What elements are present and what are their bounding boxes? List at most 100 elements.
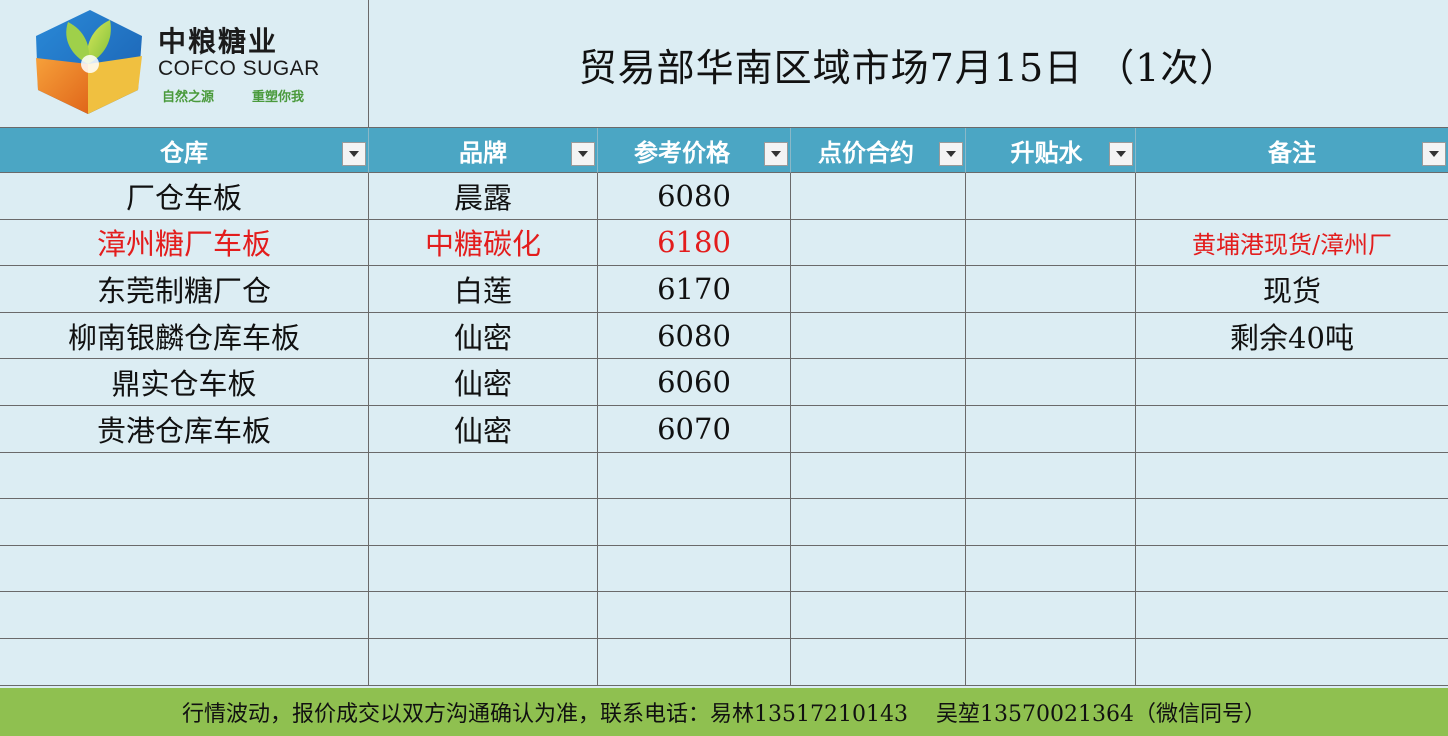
cell-premium[interactable] bbox=[966, 499, 1136, 546]
column-header-note[interactable]: 备注 bbox=[1136, 128, 1448, 173]
cell-premium[interactable] bbox=[966, 312, 1136, 360]
sheet-header: 中粮糖业 COFCO SUGAR 自然之源 重塑你我 贸易部华南区域市场7月15… bbox=[0, 0, 1448, 128]
cell-warehouse[interactable] bbox=[0, 545, 369, 593]
logo-chinese-name: 中粮糖业 bbox=[158, 25, 279, 58]
cell-brand[interactable]: 中糖碳化 bbox=[369, 219, 598, 267]
logo-cell: 中粮糖业 COFCO SUGAR 自然之源 重塑你我 bbox=[0, 0, 369, 128]
cell-brand[interactable] bbox=[369, 639, 598, 686]
page-title: 贸易部华南区域市场7月15日 （1次） bbox=[578, 45, 1239, 90]
cell-contract[interactable] bbox=[791, 359, 966, 406]
cell-price[interactable] bbox=[598, 639, 791, 686]
cell-contract[interactable] bbox=[791, 173, 966, 220]
filter-dropdown-icon[interactable] bbox=[571, 142, 595, 166]
cell-note[interactable]: 黄埔港现货/漳州厂 bbox=[1136, 220, 1448, 267]
table-row: 厂仓车板 晨露 6080 bbox=[0, 173, 1448, 220]
spreadsheet: 中粮糖业 COFCO SUGAR 自然之源 重塑你我 贸易部华南区域市场7月15… bbox=[0, 0, 1448, 736]
cell-brand[interactable] bbox=[369, 452, 598, 500]
cell-price[interactable] bbox=[598, 499, 791, 546]
cell-contract[interactable] bbox=[791, 499, 966, 546]
cell-price[interactable]: 6080 bbox=[598, 173, 791, 220]
cell-price[interactable] bbox=[598, 452, 791, 500]
column-header-price[interactable]: 参考价格 bbox=[598, 128, 791, 173]
cell-note[interactable] bbox=[1136, 639, 1448, 686]
table-row bbox=[0, 592, 1448, 639]
cell-brand[interactable] bbox=[369, 499, 598, 546]
filter-dropdown-icon[interactable] bbox=[1422, 142, 1446, 166]
cell-premium[interactable] bbox=[966, 545, 1136, 593]
cell-price[interactable]: 6060 bbox=[598, 359, 791, 406]
column-header-premium[interactable]: 升贴水 bbox=[966, 128, 1136, 173]
column-header-label: 仓库 bbox=[160, 137, 208, 167]
cell-warehouse[interactable] bbox=[0, 592, 369, 639]
cell-premium[interactable] bbox=[966, 592, 1136, 639]
column-header-label: 参考价格 bbox=[634, 137, 730, 167]
cell-contract[interactable] bbox=[791, 219, 966, 267]
filter-dropdown-icon[interactable] bbox=[764, 142, 788, 166]
cell-premium[interactable] bbox=[966, 266, 1136, 313]
cell-note[interactable] bbox=[1136, 546, 1448, 593]
cell-price[interactable]: 6170 bbox=[598, 266, 791, 313]
cell-warehouse[interactable]: 厂仓车板 bbox=[0, 173, 369, 220]
cell-note[interactable] bbox=[1136, 173, 1448, 220]
filter-dropdown-icon[interactable] bbox=[939, 142, 963, 166]
filter-dropdown-icon[interactable] bbox=[342, 142, 366, 166]
logo-slogan-left: 自然之源 bbox=[162, 90, 215, 105]
cell-contract[interactable] bbox=[791, 406, 966, 453]
cell-price[interactable]: 6180 bbox=[598, 219, 791, 267]
cell-price[interactable]: 6080 bbox=[598, 312, 791, 360]
cell-premium[interactable] bbox=[966, 359, 1136, 406]
cell-note[interactable]: 剩余40吨 bbox=[1136, 313, 1448, 360]
cell-contract[interactable] bbox=[791, 266, 966, 313]
cell-premium[interactable] bbox=[966, 219, 1136, 267]
column-header-contract[interactable]: 点价合约 bbox=[791, 128, 966, 173]
title-cell[interactable]: 贸易部华南区域市场7月15日 （1次） bbox=[369, 0, 1448, 128]
cell-brand[interactable]: 仙密 bbox=[369, 312, 598, 360]
footer-notice: 行情波动，报价成交以双方沟通确认为准，联系电话：易林13517210143 吴堃… bbox=[0, 688, 1448, 736]
cell-contract[interactable] bbox=[791, 639, 966, 686]
cell-warehouse[interactable]: 贵港仓库车板 bbox=[0, 406, 369, 453]
column-header-brand[interactable]: 品牌 bbox=[369, 128, 598, 173]
cell-premium[interactable] bbox=[966, 452, 1136, 500]
filter-dropdown-icon[interactable] bbox=[1109, 142, 1133, 166]
cell-brand[interactable]: 晨露 bbox=[369, 173, 598, 220]
column-header-label: 备注 bbox=[1268, 137, 1316, 167]
cell-contract[interactable] bbox=[791, 452, 966, 500]
cell-note[interactable] bbox=[1136, 499, 1448, 546]
cell-note[interactable] bbox=[1136, 453, 1448, 500]
cell-note[interactable] bbox=[1136, 592, 1448, 639]
cell-warehouse[interactable] bbox=[0, 639, 369, 686]
table-header-row: 仓库 品牌 参考价格 点价合约 升贴水 备注 bbox=[0, 128, 1448, 173]
cell-brand[interactable]: 仙密 bbox=[369, 359, 598, 406]
column-header-label: 点价合约 bbox=[818, 137, 914, 167]
cell-price[interactable]: 6070 bbox=[598, 406, 791, 453]
table-row bbox=[0, 452, 1448, 500]
cell-warehouse[interactable] bbox=[0, 452, 369, 500]
table-row bbox=[0, 499, 1448, 546]
cell-contract[interactable] bbox=[791, 592, 966, 639]
cell-warehouse[interactable]: 柳南银麟仓库车板 bbox=[0, 312, 369, 360]
cell-warehouse[interactable]: 鼎实仓车板 bbox=[0, 359, 369, 406]
cell-contract[interactable] bbox=[791, 545, 966, 593]
table-row bbox=[0, 545, 1448, 593]
cell-premium[interactable] bbox=[966, 173, 1136, 220]
cofco-logo-icon bbox=[36, 10, 142, 114]
cell-note[interactable] bbox=[1136, 359, 1448, 406]
column-header-warehouse[interactable]: 仓库 bbox=[0, 128, 369, 173]
cell-price[interactable] bbox=[598, 592, 791, 639]
cell-brand[interactable]: 仙密 bbox=[369, 406, 598, 453]
cell-note[interactable]: 现货 bbox=[1136, 266, 1448, 313]
cell-warehouse[interactable]: 漳州糖厂车板 bbox=[0, 219, 369, 267]
cell-brand[interactable] bbox=[369, 592, 598, 639]
cell-premium[interactable] bbox=[966, 406, 1136, 453]
cell-premium[interactable] bbox=[966, 639, 1136, 686]
logo-english-name: COFCO SUGAR bbox=[158, 57, 320, 80]
cell-brand[interactable] bbox=[369, 545, 598, 593]
cell-warehouse[interactable]: 东莞制糖厂仓 bbox=[0, 266, 369, 313]
table-row: 柳南银麟仓库车板 仙密 6080 剩余40吨 bbox=[0, 312, 1448, 360]
cell-contract[interactable] bbox=[791, 312, 966, 360]
cell-brand[interactable]: 白莲 bbox=[369, 266, 598, 313]
cell-warehouse[interactable] bbox=[0, 499, 369, 546]
table-row: 东莞制糖厂仓 白莲 6170 现货 bbox=[0, 266, 1448, 313]
cell-note[interactable] bbox=[1136, 406, 1448, 453]
cell-price[interactable] bbox=[598, 545, 791, 593]
